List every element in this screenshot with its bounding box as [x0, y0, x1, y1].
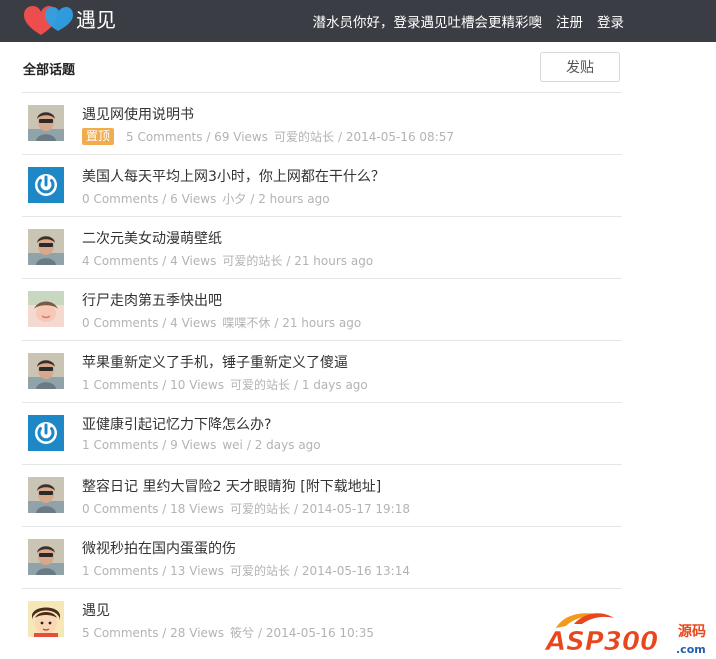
topic-stats: 1 Comments / 9 Views: [82, 438, 217, 452]
topic-title[interactable]: 亚健康引起记忆力下降怎么办?: [82, 414, 271, 434]
watermark-text: ASP300: [544, 627, 658, 656]
topic-title[interactable]: 二次元美女动漫萌壁纸: [82, 228, 222, 248]
topic-time: / 2 hours ago: [250, 191, 330, 206]
user-photo-avatar-icon: [28, 105, 64, 141]
topic-row[interactable]: 二次元美女动漫萌壁纸 4 Comments / 4 Views 可爱的站长 / 21 …: [22, 216, 622, 278]
topic-time: / 21 hours ago: [274, 315, 362, 330]
author-avatar[interactable]: [28, 415, 64, 451]
topic-time: / 2014-05-17 19:18: [294, 501, 410, 516]
top-right-links: 潜水员你好，登录遇见吐槽会更精彩噢 注册 登录: [313, 10, 625, 32]
topic-stats: 1 Comments / 10 Views: [82, 377, 224, 392]
topic-meta: 0 Comments / 18 Views 可爱的站长 / 2014-05-17 1…: [82, 500, 410, 517]
topic-author[interactable]: 可爱的站长: [222, 252, 282, 269]
topic-stats: 0 Comments / 6 Views: [82, 191, 217, 206]
power-avatar-icon: [28, 415, 64, 451]
topic-meta: 置顶 5 Comments / 69 Views 可爱的站长 / 2014-05-16…: [82, 128, 454, 145]
top-navbar: 遇见 潜水员你好，登录遇见吐槽会更精彩噢 注册 登录: [0, 0, 716, 42]
topic-title[interactable]: 微视秒拍在国内蛋蛋的伤: [82, 538, 236, 558]
register-link[interactable]: 注册: [556, 11, 583, 31]
author-avatar[interactable]: [28, 105, 64, 141]
topic-stats: 5 Comments / 69 Views: [126, 129, 268, 144]
topic-title[interactable]: 整容日记 里约大冒险2 天才眼睛狗 [附下载地址]: [82, 476, 381, 496]
topic-meta: 4 Comments / 4 Views 可爱的站长 / 21 hours ago: [82, 252, 373, 269]
author-avatar[interactable]: [28, 539, 64, 575]
pinned-badge: 置顶: [82, 128, 115, 145]
topic-meta: 0 Comments / 6 Views 小夕 / 2 hours ago: [82, 190, 330, 207]
author-avatar[interactable]: [28, 291, 64, 327]
author-avatar[interactable]: [28, 477, 64, 513]
topic-row[interactable]: 苹果重新定义了手机，锤子重新定义了傻逼 1 Comments / 10 Views…: [22, 340, 622, 402]
topic-title[interactable]: 遇见网使用说明书: [82, 104, 194, 124]
topic-row[interactable]: 美国人每天平均上网3小时，你上网都在干什么？ 0 Comments / 6 Vie…: [22, 154, 622, 216]
topic-time: / 2014-05-16 08:57: [338, 129, 455, 144]
topic-row[interactable]: 行尸走肉第五季快出吧 0 Comments / 4 Views 喋喋不休 / 21 h…: [22, 278, 622, 340]
topic-title[interactable]: 苹果重新定义了手机，锤子重新定义了傻逼: [82, 352, 348, 372]
login-link[interactable]: 登录: [597, 11, 624, 31]
topic-meta: 1 Comments / 10 Views 可爱的站长 / 1 days ago: [82, 376, 368, 393]
author-avatar[interactable]: [28, 229, 64, 265]
topic-title[interactable]: 美国人每天平均上网3小时，你上网都在干什么？: [82, 166, 385, 186]
guest-greeting: 潜水员你好，登录遇见吐槽会更精彩噢: [312, 15, 543, 31]
author-avatar[interactable]: [28, 167, 64, 203]
topic-stats: 5 Comments / 28 Views: [82, 625, 224, 640]
topic-author[interactable]: 可爱的站长: [230, 562, 290, 579]
section-title: 全部话题: [23, 63, 76, 78]
topic-time: / 1 days ago: [294, 377, 368, 392]
topic-stats: 0 Comments / 4 Views: [82, 315, 217, 330]
topic-meta: 0 Comments / 4 Views 喋喋不休 / 21 hours ago: [82, 314, 361, 331]
topic-title[interactable]: 遇见: [82, 600, 110, 620]
power-avatar-icon: [28, 167, 64, 203]
topic-meta: 1 Comments / 13 Views 可爱的站长 / 2014-05-16 1…: [82, 562, 410, 579]
topic-author[interactable]: 可爱的站长: [274, 128, 334, 145]
topic-time: / 21 hours ago: [286, 253, 374, 268]
topic-author[interactable]: 喋喋不休: [222, 314, 270, 331]
asp300-watermark-logo: ASP300 源码 .com: [544, 613, 706, 656]
topic-meta: 5 Comments / 28 Views 筱兮 / 2014-05-16 10:3…: [82, 624, 374, 641]
topic-author[interactable]: wei: [222, 438, 243, 452]
author-avatar[interactable]: [28, 353, 64, 389]
heart-logo-icon[interactable]: [24, 5, 74, 37]
topic-author[interactable]: 可爱的站长: [230, 376, 290, 393]
new-post-button[interactable]: 发贴: [540, 52, 620, 82]
user-photo-avatar-icon: [28, 477, 64, 513]
topic-author[interactable]: 小夕: [222, 190, 246, 207]
user-photo-avatar-icon: [28, 291, 64, 327]
topic-row[interactable]: 遇见网使用说明书 置顶 5 Comments / 69 Views 可爱的站长 / 20…: [22, 92, 622, 154]
topic-title[interactable]: 行尸走肉第五季快出吧: [82, 290, 222, 310]
topic-time: / 2014-05-16 13:14: [294, 563, 410, 578]
topic-list: 遇见网使用说明书 置顶 5 Comments / 69 Views 可爱的站长 / 20…: [22, 92, 622, 650]
watermark-domain: .com: [676, 643, 706, 656]
topic-stats: 0 Comments / 18 Views: [82, 501, 224, 516]
topic-time: / 2 days ago: [246, 438, 321, 452]
watermark-suffix: 源码: [678, 623, 706, 640]
cartoon-avatar-icon: [28, 601, 64, 637]
topic-stats: 1 Comments / 13 Views: [82, 563, 224, 578]
topic-time: / 2014-05-16 10:35: [258, 625, 374, 640]
topic-meta: 1 Comments / 9 Views wei/ 2 days ago: [82, 438, 321, 452]
topic-row[interactable]: 微视秒拍在国内蛋蛋的伤 1 Comments / 13 Views 可爱的站长 / 2…: [22, 526, 622, 588]
topic-row[interactable]: 整容日记 里约大冒险2 天才眼睛狗 [附下载地址] 0 Comments / 18…: [22, 464, 622, 526]
topic-author[interactable]: 筱兮: [230, 624, 254, 641]
topic-row[interactable]: 遇见 5 Comments / 28 Views 筱兮 / 2014-05-16 10…: [22, 588, 622, 650]
user-photo-avatar-icon: [28, 539, 64, 575]
author-avatar[interactable]: [28, 601, 64, 637]
user-photo-avatar-icon: [28, 229, 64, 265]
brand-name[interactable]: 遇见: [76, 6, 116, 34]
topic-row[interactable]: 亚健康引起记忆力下降怎么办? 1 Comments / 9 Views wei/ 2…: [22, 402, 622, 464]
user-photo-avatar-icon: [28, 353, 64, 389]
topic-stats: 4 Comments / 4 Views: [82, 253, 217, 268]
topic-author[interactable]: 可爱的站长: [230, 500, 290, 517]
